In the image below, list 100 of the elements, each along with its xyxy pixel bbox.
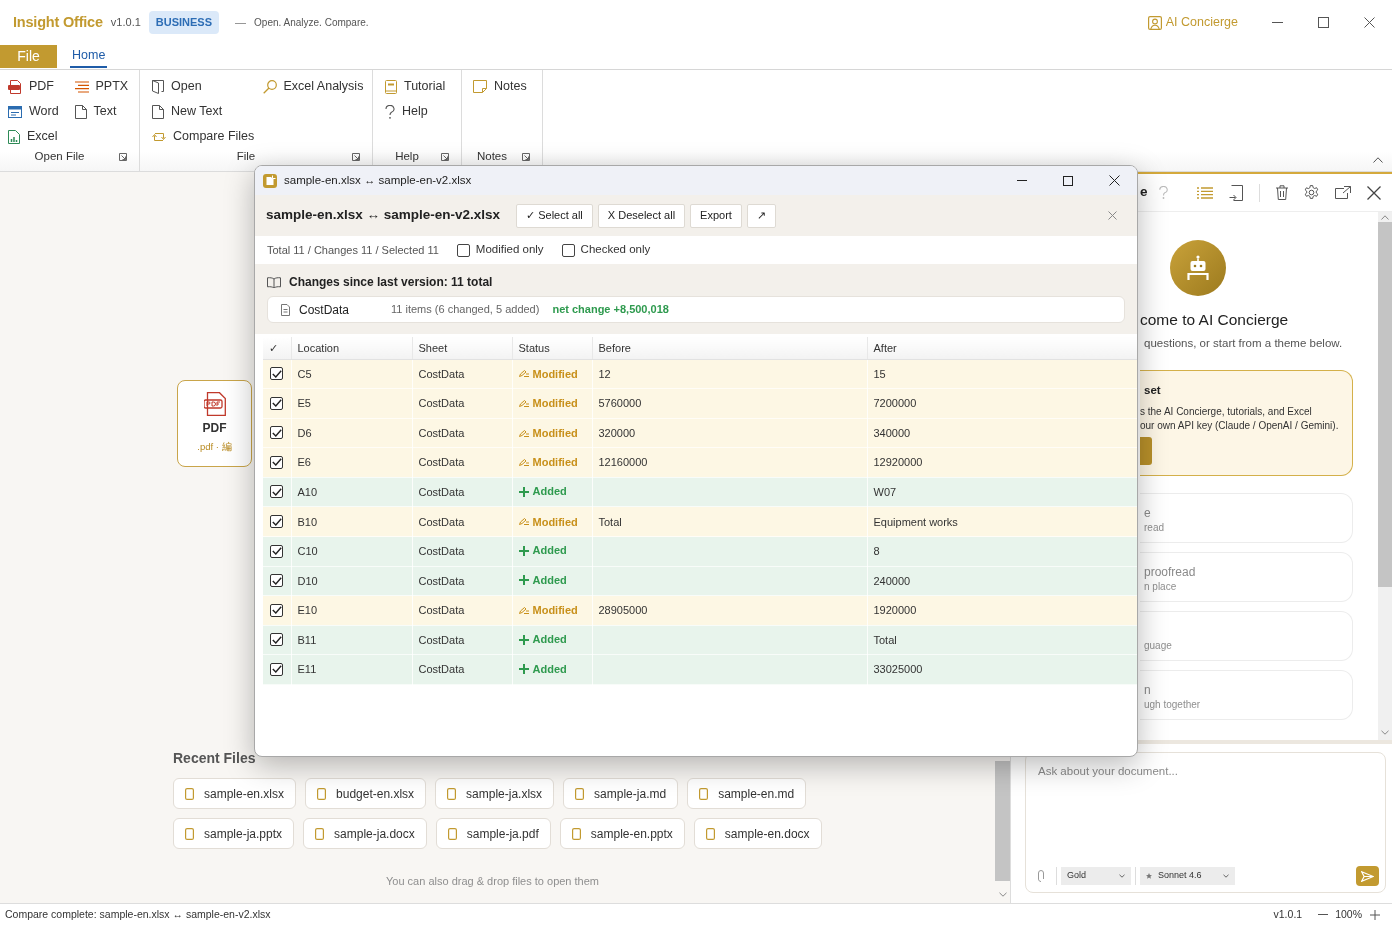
recent-file-button[interactable]: sample-en.pptx — [559, 818, 685, 849]
ribbon-button[interactable]: PPTX — [74, 74, 139, 99]
close-button[interactable] — [1108, 211, 1117, 220]
checkbox[interactable] — [270, 663, 283, 676]
door-icon — [152, 79, 164, 94]
theme-card[interactable]: proofread n place — [1140, 552, 1353, 602]
table-row[interactable]: B10 CostData Modified Total Equipment works — [263, 506, 1137, 537]
window-title: sample-en.xlsx ↔ sample-en-v2.xlsx — [284, 172, 472, 188]
recent-file-button[interactable]: sample-en.docx — [693, 818, 822, 849]
table-row[interactable]: C5 CostData Modified 12 15 — [263, 359, 1137, 389]
ribbon-button[interactable]: Excel Analysis — [262, 74, 372, 99]
close-icon — [1108, 175, 1120, 186]
ribbon-button[interactable]: Word — [8, 99, 75, 124]
list-icon[interactable] — [1197, 186, 1213, 199]
paperclip-icon[interactable] — [1038, 870, 1044, 882]
send-icon — [1361, 870, 1374, 882]
table-row[interactable]: A10 CostData Added W07 — [263, 477, 1137, 507]
chevron-down-icon[interactable] — [1119, 874, 1125, 878]
pencil-icon — [518, 429, 529, 437]
chevron-down-icon[interactable] — [1223, 874, 1229, 878]
recent-file-button[interactable]: budget-en.xlsx — [305, 778, 427, 809]
table-row[interactable]: B11 CostData Added Total — [263, 625, 1137, 655]
theme-card[interactable]: guage — [1140, 611, 1353, 661]
zoom-in-icon[interactable] — [1370, 909, 1380, 920]
table-row[interactable]: E11 CostData Added 33025000 — [263, 654, 1137, 685]
ribbon-button[interactable]: Excel — [8, 124, 75, 149]
recent-file-button[interactable]: sample-ja.xlsx — [435, 778, 555, 809]
column-header[interactable]: ✓ — [263, 337, 291, 359]
section-heading: Recent Files — [173, 749, 256, 768]
toolbar-button[interactable]: ✓ Select all — [516, 203, 593, 228]
recent-file-button[interactable]: sample-ja.pdf — [435, 818, 551, 849]
scrollbar-thumb[interactable] — [995, 761, 1010, 881]
table-cell: D6 — [291, 418, 412, 448]
column-header[interactable]: Sheet — [412, 337, 512, 359]
recent-file-button[interactable]: sample-en.xlsx — [173, 778, 297, 809]
trash-icon[interactable] — [1276, 185, 1288, 200]
launcher-icon[interactable] — [119, 152, 127, 161]
send-button[interactable] — [1356, 866, 1379, 886]
launcher-icon[interactable] — [352, 152, 360, 161]
table-row[interactable]: E6 CostData Modified 12160000 12920000 — [263, 447, 1137, 478]
table-row[interactable]: C10 CostData Added 8 — [263, 536, 1137, 567]
chat-input-field[interactable]: Ask about your document... — [1038, 763, 1379, 866]
chevron-up-icon[interactable] — [1373, 157, 1383, 163]
chevron-up-icon[interactable] — [1381, 215, 1389, 220]
table-row[interactable]: E5 CostData Modified 5760000 7200000 — [263, 388, 1137, 419]
ribbon-button[interactable]: Open — [152, 74, 263, 99]
settings-icon[interactable] — [1304, 185, 1319, 200]
close-icon[interactable] — [1367, 185, 1381, 200]
ribbon-button[interactable]: New Text — [152, 99, 263, 124]
column-header[interactable]: Location — [291, 337, 412, 359]
file-type-card[interactable]: PDF .pdf · 編 — [177, 380, 252, 467]
theme-card[interactable]: n ugh together — [1140, 670, 1353, 720]
table-cell: 5760000 — [592, 388, 867, 419]
recent-file-button[interactable]: sample-en.md — [687, 778, 807, 809]
model-select[interactable]: Sonnet 4.6 — [1140, 867, 1235, 885]
checkbox[interactable] — [270, 485, 283, 499]
toolbar-button[interactable]: ↗ — [746, 203, 776, 228]
checkbox[interactable] — [270, 396, 283, 410]
scrollbar-thumb[interactable] — [1378, 222, 1392, 587]
ribbon-button[interactable]: Tutorial — [385, 74, 461, 99]
page-arrow-icon[interactable] — [1229, 184, 1243, 201]
checkbox[interactable] — [270, 603, 283, 617]
table-cell: 7200000 — [867, 388, 1137, 419]
status-label: Modified — [532, 396, 578, 412]
plan-select[interactable]: Gold — [1061, 867, 1131, 885]
recent-file-button[interactable]: sample-ja.md — [563, 778, 679, 809]
checkbox[interactable] — [456, 243, 470, 257]
column-header[interactable]: Status — [512, 337, 592, 359]
toolbar-button[interactable]: Export — [690, 203, 742, 228]
checkbox[interactable] — [270, 426, 283, 440]
ribbon-button[interactable]: Notes — [473, 74, 542, 99]
launcher-icon[interactable] — [522, 152, 530, 161]
checkbox[interactable] — [270, 455, 283, 469]
checkbox[interactable] — [561, 243, 575, 257]
table-row[interactable]: D10 CostData Added 240000 — [263, 566, 1137, 596]
column-header[interactable]: Before — [592, 337, 867, 359]
recent-file-button[interactable]: sample-ja.pptx — [173, 818, 295, 849]
checkbox[interactable] — [270, 633, 283, 647]
table-row[interactable]: D6 CostData Modified 320000 340000 — [263, 418, 1137, 448]
table-row[interactable]: E10 CostData Modified 28905000 1920000 — [263, 595, 1137, 626]
checkbox[interactable] — [270, 544, 283, 558]
ribbon-tab[interactable]: Home — [70, 46, 108, 68]
checkbox[interactable] — [270, 515, 283, 528]
chat-input-box[interactable]: Ask about your document... Gold Sonnet 4.6 — [1025, 752, 1386, 893]
popout-icon[interactable] — [1335, 186, 1351, 199]
filter-label: Modified only — [475, 242, 544, 258]
launcher-icon[interactable] — [441, 152, 449, 161]
theme-card[interactable]: e read — [1140, 493, 1353, 543]
ribbon-button[interactable]: PDF — [8, 74, 75, 99]
ribbon-button[interactable]: Compare Files — [152, 124, 263, 149]
change-counts: 11 items (6 changed, 5 added) — [391, 302, 540, 318]
checkbox[interactable] — [270, 574, 283, 588]
recent-file-button[interactable]: sample-ja.docx — [303, 818, 427, 849]
column-header[interactable]: After — [867, 337, 1137, 359]
ribbon-button[interactable]: Help — [385, 99, 461, 124]
ribbon-button[interactable]: Text — [74, 99, 139, 124]
table-cell: B11 — [291, 625, 412, 655]
checkbox[interactable] — [270, 367, 283, 381]
table-cell: 8 — [867, 536, 1137, 567]
toolbar-button[interactable]: X Deselect all — [597, 203, 686, 228]
